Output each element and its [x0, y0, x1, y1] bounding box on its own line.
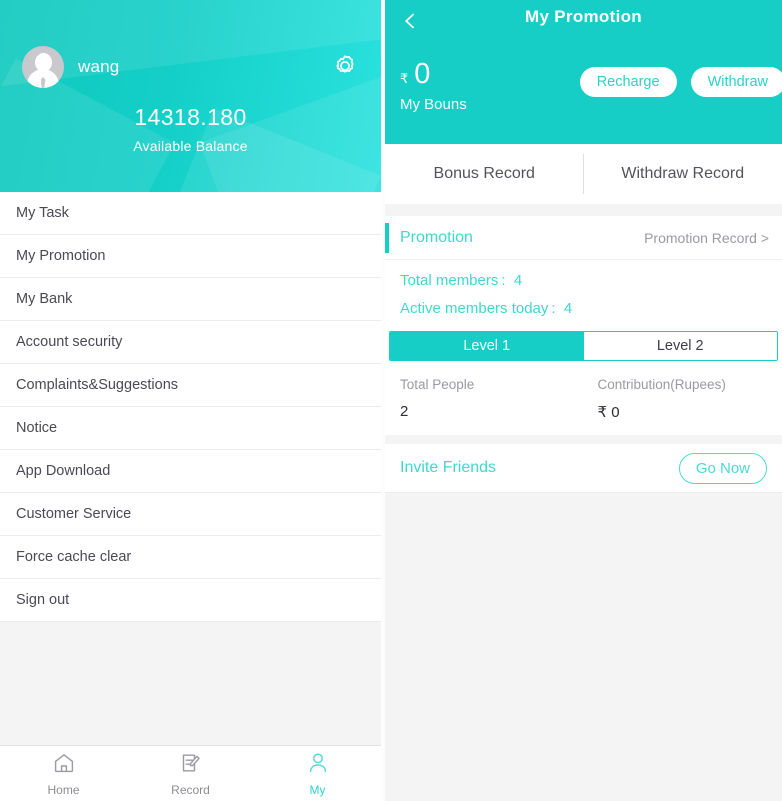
tab-withdraw-record[interactable]: Withdraw Record — [584, 144, 782, 204]
stat-contribution: Contribution(Rupees) ₹ 0 — [585, 377, 782, 421]
menu-item-notice[interactable]: Notice — [0, 407, 381, 450]
right-panel-empty-space — [385, 493, 782, 773]
stat-contribution-header: Contribution(Rupees) — [597, 377, 726, 392]
balance-amount: 14318.180 — [134, 104, 247, 130]
app-root: wang 14318.180 Available Balance My Task… — [0, 0, 782, 801]
menu-item-force-cache-clear[interactable]: Force cache clear — [0, 536, 381, 579]
tab-home-label: Home — [47, 782, 80, 797]
menu-item-app-download[interactable]: App Download — [0, 450, 381, 493]
stat-contribution-value: ₹ 0 — [597, 404, 620, 421]
stat-total-people-value: 2 — [400, 403, 409, 420]
recharge-button[interactable]: Recharge — [579, 67, 677, 97]
active-members-value: 4 — [563, 300, 573, 317]
menu-item-complaints-suggestions[interactable]: Complaints&Suggestions — [0, 364, 381, 407]
level-tab-1[interactable]: Level 1 — [390, 332, 584, 360]
total-members-line: Total members : 4 — [400, 267, 782, 295]
section-spacer — [385, 204, 782, 216]
level-tab-2[interactable]: Level 2 — [583, 332, 777, 360]
home-icon — [52, 751, 76, 780]
tab-home[interactable]: Home — [0, 751, 127, 797]
active-members-label: Active members today : — [400, 300, 556, 317]
level-tab-group: Level 1 Level 2 — [389, 331, 778, 361]
tab-my-label: My — [309, 782, 326, 797]
promotion-header: My Promotion ₹ 0 My Bouns Recharge Withd… — [385, 0, 782, 144]
go-now-button[interactable]: Go Now — [678, 452, 767, 484]
invite-friends-row: Invite Friends Go Now — [385, 435, 782, 493]
account-menu-list: My Task My Promotion My Bank Account sec… — [0, 192, 381, 622]
left-panel-empty-space — [0, 622, 381, 745]
stat-total-people: Total People 2 — [385, 377, 585, 421]
active-members-line: Active members today : 4 — [400, 295, 782, 323]
promotion-record-link[interactable]: Promotion Record > — [644, 230, 769, 246]
left-panel-my-account: wang 14318.180 Available Balance My Task… — [0, 0, 381, 801]
tab-my[interactable]: My — [254, 751, 381, 797]
tab-bonus-record[interactable]: Bonus Record — [385, 144, 584, 204]
menu-item-customer-service[interactable]: Customer Service — [0, 493, 381, 536]
right-panel-my-promotion: My Promotion ₹ 0 My Bouns Recharge Withd… — [385, 0, 782, 801]
record-icon — [179, 751, 203, 780]
rupee-symbol-icon: ₹ — [400, 71, 409, 86]
withdraw-button[interactable]: Withdraw — [690, 67, 782, 97]
user-avatar-icon[interactable] — [22, 46, 64, 88]
tab-record[interactable]: Record — [127, 751, 254, 797]
menu-item-my-promotion[interactable]: My Promotion — [0, 235, 381, 278]
profile-identity[interactable]: wang — [22, 46, 119, 88]
total-members-value: 4 — [513, 272, 523, 289]
balance-block: 14318.180 Available Balance — [0, 103, 381, 154]
members-stats: Total members : 4 Active members today :… — [385, 260, 782, 323]
bottom-tab-bar: Home Record My — [0, 745, 381, 801]
tab-record-label: Record — [171, 782, 210, 797]
menu-item-my-task[interactable]: My Task — [0, 192, 381, 235]
record-tab-bar: Bonus Record Withdraw Record — [385, 144, 782, 204]
username-label: wang — [78, 57, 120, 76]
promotion-section: Promotion Promotion Record > Total membe… — [385, 216, 782, 435]
stat-total-people-header: Total People — [400, 377, 475, 392]
menu-item-account-security[interactable]: Account security — [0, 321, 381, 364]
invite-friends-label: Invite Friends — [400, 459, 497, 476]
bonus-amount-row: ₹ 0 — [400, 58, 467, 90]
header-action-buttons: Recharge Withdraw — [579, 67, 782, 97]
promotion-section-header: Promotion Promotion Record > — [385, 216, 782, 260]
profile-header: wang 14318.180 Available Balance — [0, 0, 381, 192]
bonus-value: 0 — [414, 58, 431, 90]
total-members-label: Total members : — [400, 272, 506, 289]
promotion-title: Promotion — [400, 228, 473, 246]
level-stats-table: Total People 2 Contribution(Rupees) ₹ 0 — [385, 361, 782, 435]
menu-item-sign-out[interactable]: Sign out — [0, 579, 381, 622]
balance-label: Available Balance — [133, 138, 248, 154]
person-icon — [306, 751, 330, 780]
bonus-label: My Bouns — [400, 96, 467, 113]
gear-icon[interactable] — [329, 50, 361, 82]
menu-item-my-bank[interactable]: My Bank — [0, 278, 381, 321]
page-title: My Promotion — [525, 7, 642, 26]
bonus-summary: ₹ 0 My Bouns — [400, 58, 467, 113]
